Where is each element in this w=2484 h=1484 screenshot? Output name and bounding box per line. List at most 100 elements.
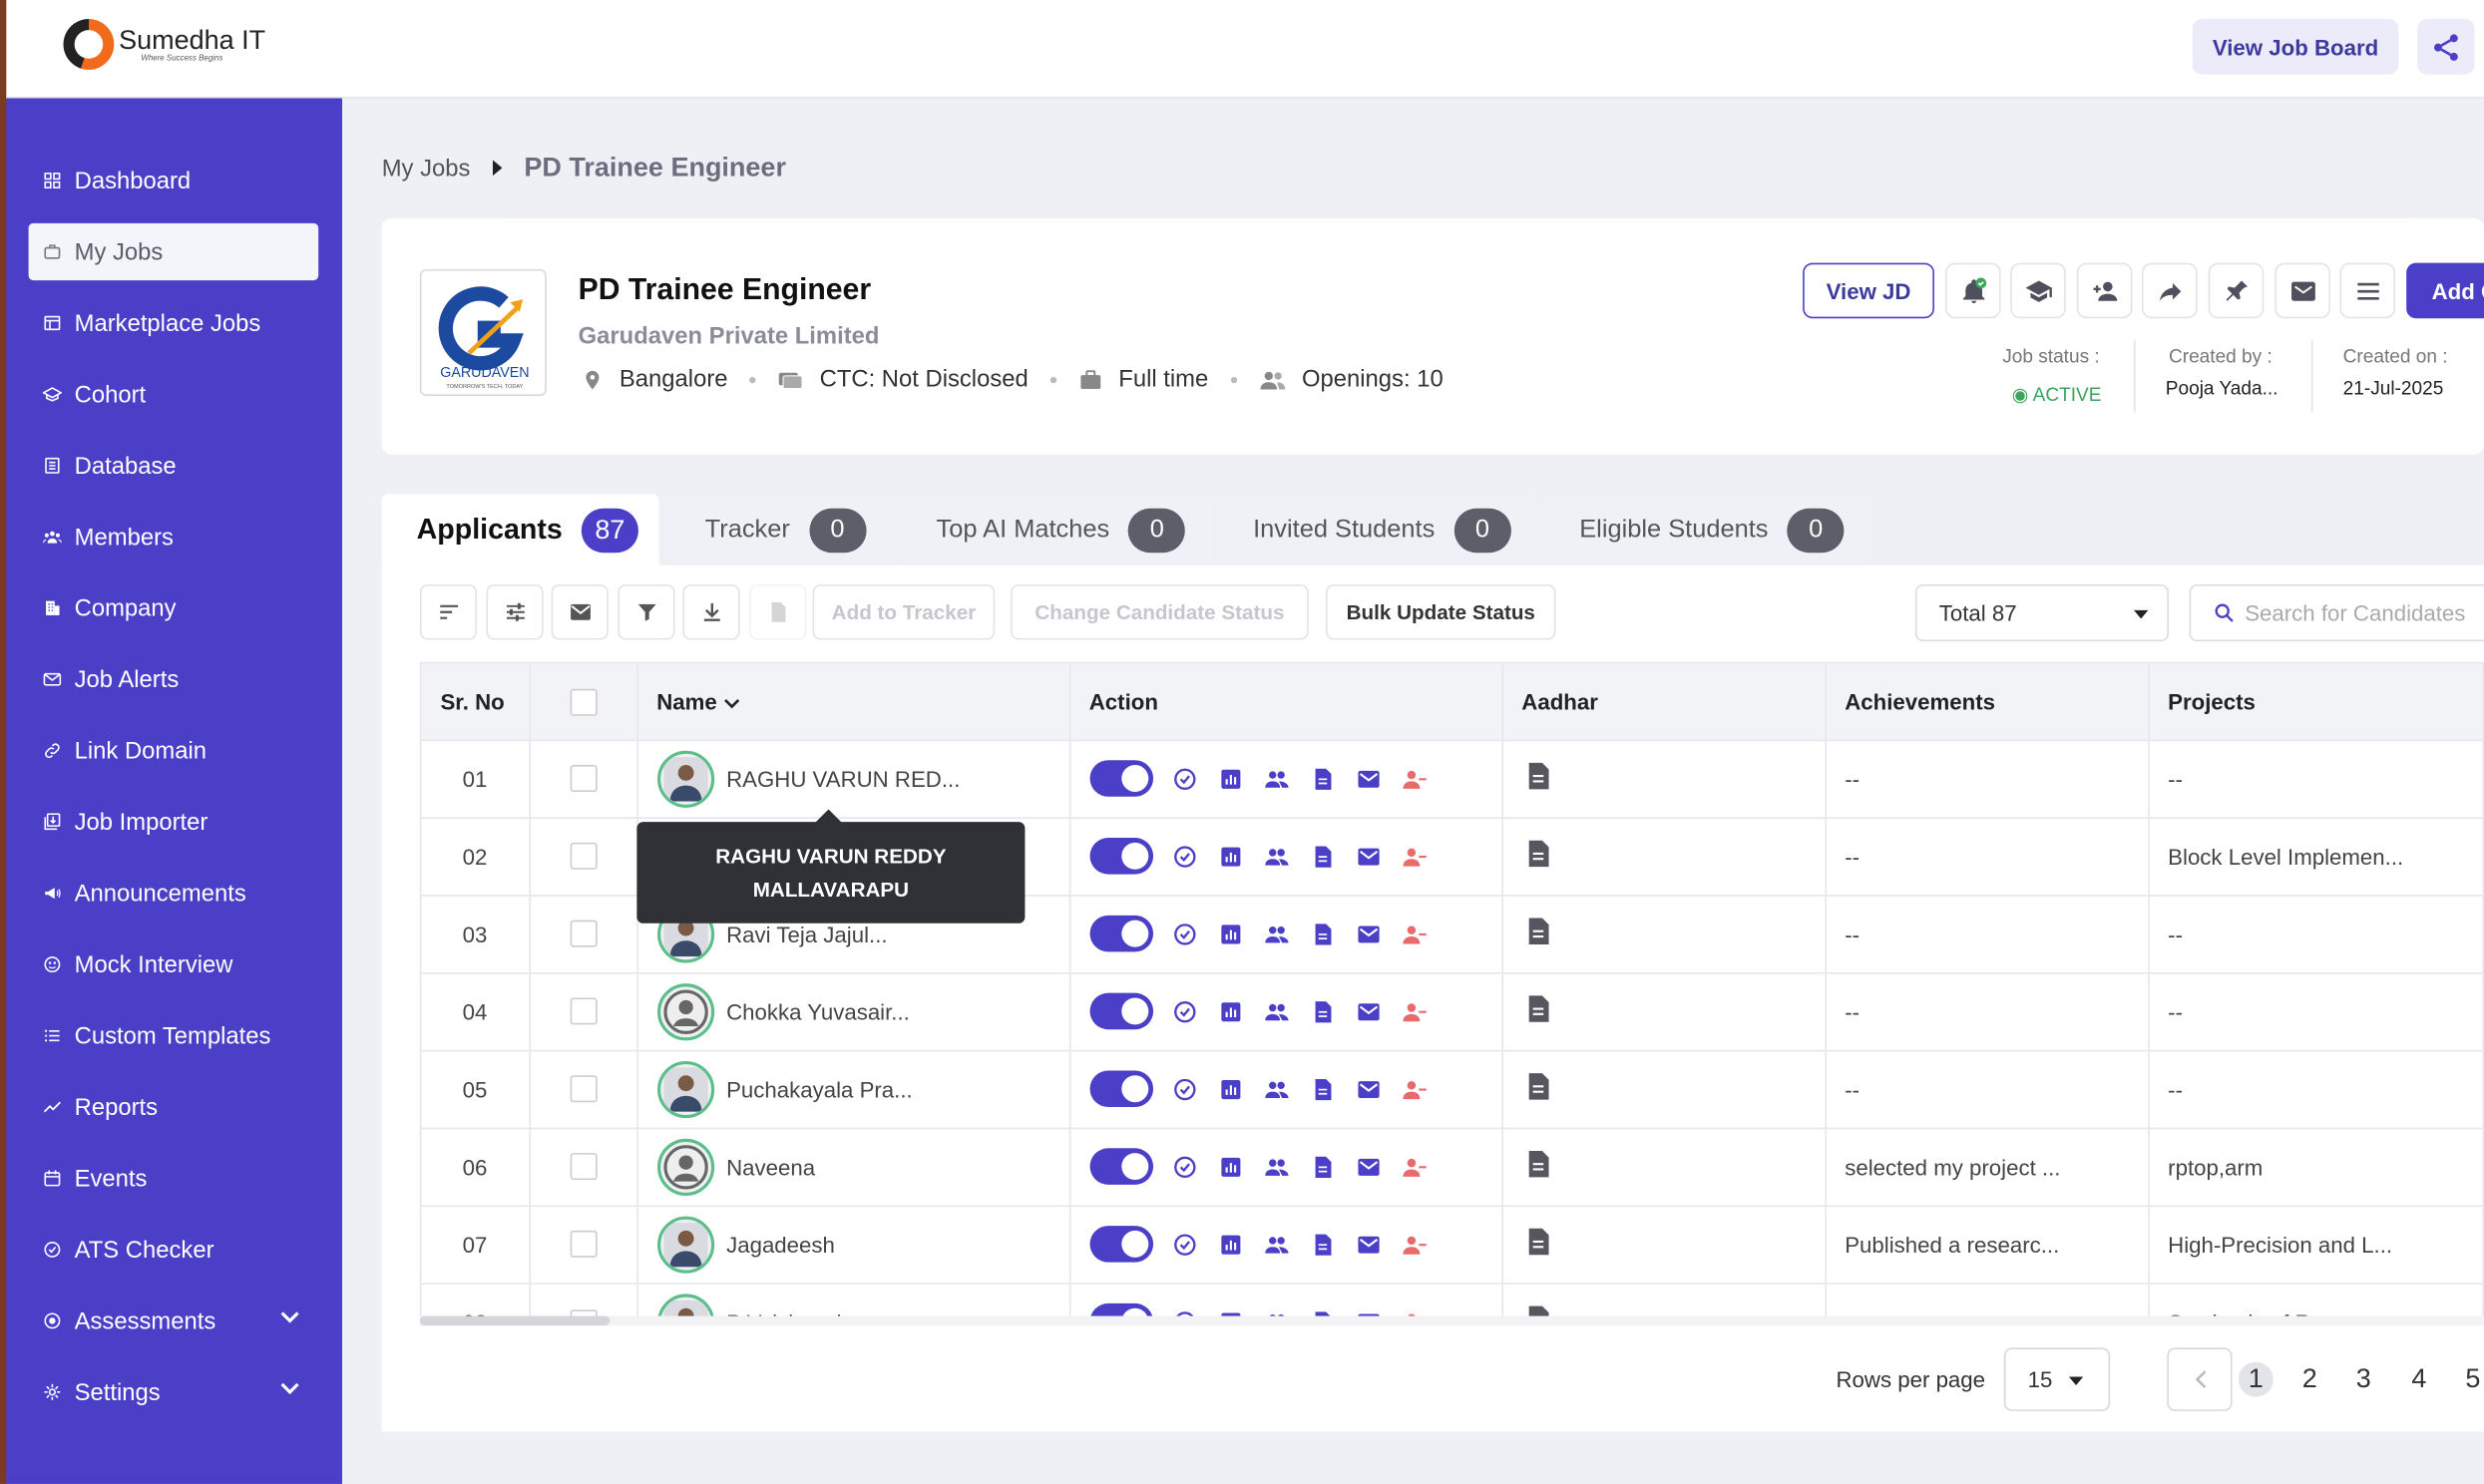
document-action[interactable] (1308, 842, 1337, 871)
tab-top-ai-matches[interactable]: Top AI Matches 0 (901, 494, 1212, 565)
avatar[interactable] (656, 1293, 714, 1316)
page-1[interactable]: 1 (2238, 1361, 2274, 1397)
cohort-button[interactable] (2010, 262, 2066, 319)
breadcrumb-parent[interactable]: My Jobs (382, 155, 471, 182)
sidebar-item-my-jobs[interactable]: My Jobs (28, 222, 319, 281)
document-action[interactable] (1308, 997, 1337, 1026)
verify-action[interactable] (1170, 997, 1199, 1026)
page-2[interactable]: 2 (2292, 1362, 2327, 1397)
tab-invited-students[interactable]: Invited Students 0 (1218, 494, 1538, 565)
table-row[interactable]: 01 RAGHU VARUN RED... -- -- (421, 738, 2483, 818)
sidebar-item-assessments[interactable]: Assessments (29, 1293, 319, 1349)
row-checkbox[interactable] (569, 1075, 597, 1103)
mail-action[interactable] (1354, 997, 1383, 1026)
aadhar-document-icon[interactable] (1521, 1147, 1553, 1182)
view-job-board-button[interactable]: View Job Board (2192, 19, 2399, 75)
aadhar-document-icon[interactable] (1521, 836, 1553, 871)
avatar[interactable] (656, 749, 714, 808)
job-alert-button[interactable] (1945, 262, 2001, 319)
chart-action[interactable] (1216, 920, 1245, 948)
group-action[interactable] (1262, 1230, 1291, 1259)
row-checkbox[interactable] (569, 1153, 597, 1181)
sidebar-item-link-domain[interactable]: Link Domain (29, 722, 319, 779)
aadhar-document-icon[interactable] (1521, 1225, 1553, 1260)
sidebar-item-job-alerts[interactable]: Job Alerts (29, 651, 319, 708)
row-checkbox[interactable] (569, 921, 597, 948)
aadhar-document-icon[interactable] (1521, 759, 1553, 794)
shortlist-toggle[interactable] (1088, 760, 1153, 797)
sidebar-item-marketplace-jobs[interactable]: Marketplace Jobs (29, 294, 319, 351)
email-button[interactable] (551, 583, 609, 640)
shortlist-toggle[interactable] (1088, 1226, 1153, 1263)
group-action[interactable] (1262, 1152, 1291, 1181)
mail-action[interactable] (1354, 1074, 1383, 1103)
verify-action[interactable] (1170, 1074, 1199, 1103)
chart-action[interactable] (1216, 1230, 1245, 1259)
rows-per-page-select[interactable]: 15 (2003, 1347, 2111, 1411)
row-checkbox[interactable] (569, 843, 597, 871)
mail-action[interactable] (1354, 764, 1383, 793)
mail-action[interactable] (1354, 920, 1383, 948)
aadhar-document-icon[interactable] (1521, 1069, 1553, 1104)
sidebar-item-database[interactable]: Database (29, 437, 319, 494)
company-name[interactable]: Garudaven Private Limited (579, 323, 880, 350)
remove-person-action[interactable] (1400, 1152, 1429, 1181)
row-checkbox[interactable] (569, 998, 597, 1026)
chart-action[interactable] (1216, 1074, 1245, 1103)
candidate-search[interactable]: Search for Candidates (2189, 583, 2484, 642)
sidebar-item-company[interactable]: Company (29, 579, 319, 636)
chart-action[interactable] (1216, 764, 1245, 793)
download-button[interactable] (682, 583, 740, 640)
table-row[interactable]: 05 Puchakayala Pra... -- -- (421, 1049, 2483, 1128)
mail-action[interactable] (1354, 842, 1383, 871)
verify-action[interactable] (1170, 920, 1199, 948)
add-candidate-button[interactable]: Add Candidate (2406, 262, 2484, 319)
candidate-name[interactable]: Ravi Teja Jajul... (726, 921, 887, 945)
sidebar-item-job-importer[interactable]: Job Importer (29, 794, 319, 851)
sidebar-item-settings[interactable]: Settings (29, 1363, 319, 1420)
bulk-update-status-button[interactable]: Bulk Update Status (1326, 583, 1556, 640)
columns-button[interactable] (486, 583, 544, 640)
verify-action[interactable] (1170, 1230, 1199, 1259)
horizontal-scrollbar[interactable] (419, 1315, 2484, 1326)
avatar[interactable] (656, 1060, 714, 1118)
verify-action[interactable] (1170, 842, 1199, 871)
remove-person-action[interactable] (1400, 764, 1429, 793)
aadhar-document-icon[interactable] (1521, 914, 1553, 948)
avatar[interactable] (656, 982, 714, 1040)
sidebar-item-members[interactable]: Members (29, 509, 319, 565)
verify-action[interactable] (1170, 764, 1199, 793)
remove-person-action[interactable] (1400, 842, 1429, 871)
document-action[interactable] (1308, 1074, 1337, 1103)
verify-action[interactable] (1170, 1152, 1199, 1181)
sidebar-item-cohort[interactable]: Cohort (29, 366, 319, 423)
prev-page-button[interactable] (2167, 1347, 2233, 1411)
remove-person-action[interactable] (1400, 920, 1429, 948)
candidate-name[interactable]: Jagadeesh (726, 1232, 835, 1257)
avatar[interactable] (656, 1215, 714, 1273)
document-action[interactable] (1308, 920, 1337, 948)
shortlist-toggle[interactable] (1088, 1148, 1153, 1185)
row-checkbox[interactable] (569, 1231, 597, 1259)
tab-eligible-students[interactable]: Eligible Students 0 (1544, 494, 1866, 565)
message-button[interactable] (2275, 262, 2330, 319)
search-input[interactable]: Search for Candidates (2245, 600, 2465, 625)
shortlist-toggle[interactable] (1088, 838, 1153, 875)
pin-button[interactable] (2208, 262, 2265, 319)
table-row[interactable]: 07 Jagadeesh Published a researc... High-Pr… (421, 1204, 2483, 1284)
export-button[interactable] (749, 583, 807, 640)
remove-person-action[interactable] (1400, 997, 1429, 1026)
candidate-name[interactable]: Puchakayala Pra... (726, 1076, 913, 1101)
col-name[interactable]: Name (636, 663, 1070, 740)
document-action[interactable] (1308, 764, 1337, 793)
page-5[interactable]: 5 (2455, 1362, 2484, 1397)
sidebar-item-mock-interview[interactable]: Mock Interview (29, 936, 319, 993)
view-jd-button[interactable]: View JD (1803, 262, 1934, 319)
remove-person-action[interactable] (1400, 1074, 1429, 1103)
change-status-button[interactable]: Change Candidate Status (1011, 583, 1309, 640)
add-to-tracker-button[interactable]: Add to Tracker (812, 583, 996, 640)
sidebar-item-reports[interactable]: Reports (29, 1078, 319, 1135)
sidebar-item-announcements[interactable]: Announcements (29, 865, 319, 922)
sidebar-item-custom-templates[interactable]: Custom Templates (29, 1007, 319, 1064)
total-select[interactable]: Total 87 (1914, 583, 2169, 642)
